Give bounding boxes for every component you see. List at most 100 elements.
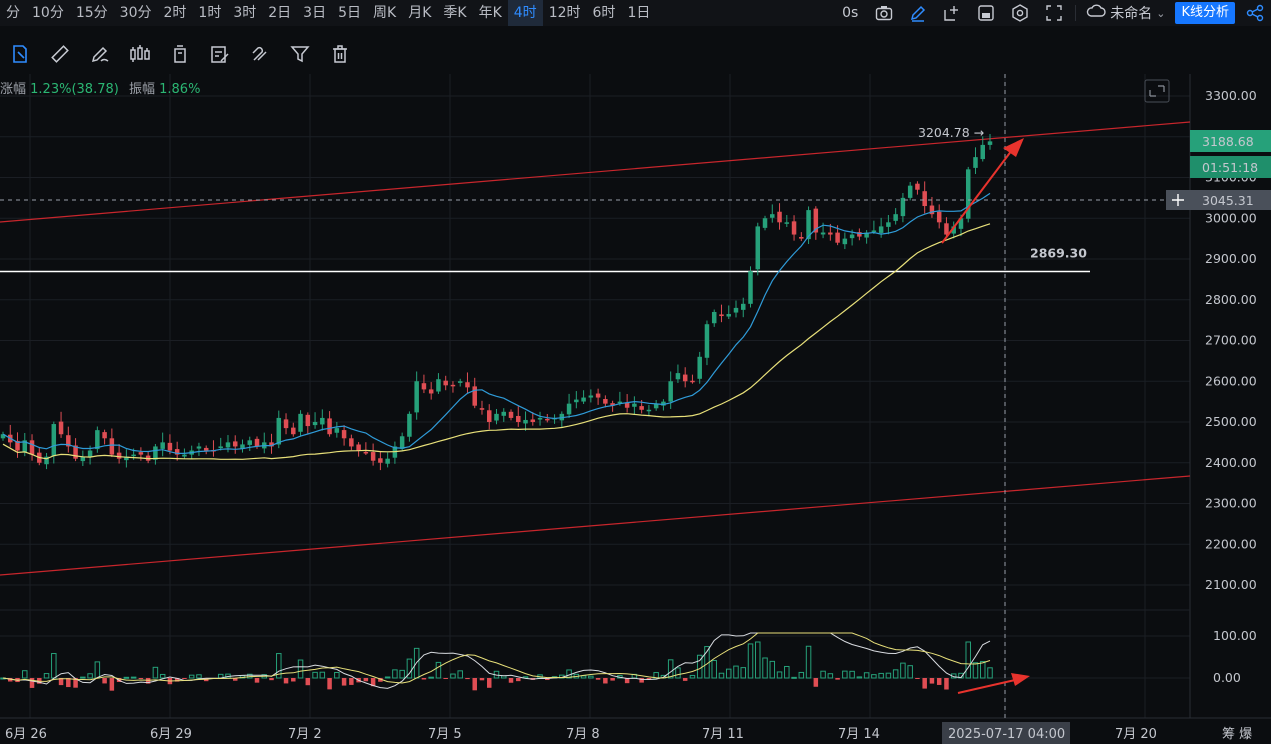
candle-body xyxy=(632,403,637,407)
fullscreen-icon[interactable] xyxy=(1037,0,1071,26)
candles-icon[interactable] xyxy=(120,34,160,74)
timeframe-item[interactable]: 15分 xyxy=(70,0,114,26)
macd-histogram-bar xyxy=(718,672,725,679)
candle-body xyxy=(276,417,282,445)
candle-body xyxy=(218,446,223,449)
candle-body xyxy=(51,424,57,457)
trash-bin-icon[interactable] xyxy=(160,34,200,74)
macd-histogram-bar xyxy=(508,678,514,683)
candle-body xyxy=(247,440,252,445)
macd-histogram-bar xyxy=(784,665,790,679)
timeframe-item[interactable]: 6时 xyxy=(587,0,622,26)
timeframe-item[interactable]: 周K xyxy=(367,0,402,26)
time-tick-label: 7月 20 xyxy=(1115,727,1157,742)
candle-body xyxy=(428,389,434,394)
candle-body xyxy=(327,418,332,435)
macd-histogram-bar xyxy=(486,678,492,688)
macd-histogram-bar xyxy=(805,645,812,679)
macd-histogram-bar xyxy=(130,676,137,679)
candle-body xyxy=(566,403,572,415)
candle-body xyxy=(291,427,296,435)
pen-icon[interactable] xyxy=(80,34,120,74)
candle-body xyxy=(646,409,652,412)
delete-icon[interactable] xyxy=(320,34,360,74)
candle-body xyxy=(755,226,761,270)
price-tick-label: 3300.00 xyxy=(1205,88,1257,103)
macd-histogram-bar xyxy=(915,678,920,679)
macd-histogram-bar xyxy=(929,678,935,684)
candle-body xyxy=(131,454,136,457)
macd-histogram-bar xyxy=(798,671,805,679)
macd-histogram-bar xyxy=(922,678,927,689)
candle-body xyxy=(508,411,514,418)
timeframe-item[interactable]: 30分 xyxy=(114,0,158,26)
macd-histogram-bar xyxy=(863,672,870,679)
timeframe-item[interactable]: 12时 xyxy=(543,0,587,26)
macd-histogram-bar xyxy=(849,670,855,679)
candle-body xyxy=(443,380,448,386)
ruler-icon[interactable] xyxy=(40,34,80,74)
candle-body xyxy=(385,458,390,464)
candle-body xyxy=(225,442,231,448)
time-tick-label: 7月 5 xyxy=(428,727,462,742)
timeframe-item[interactable]: 分 xyxy=(0,0,26,26)
timeframe-item[interactable]: 3时 xyxy=(227,0,262,26)
macd-histogram-bar xyxy=(944,678,949,690)
filter-icon[interactable] xyxy=(280,34,320,74)
countdown-toggle[interactable]: 0s xyxy=(833,0,867,26)
candle-body xyxy=(349,438,354,447)
macd-histogram-bar xyxy=(603,678,608,684)
add-indicator-icon[interactable] xyxy=(935,0,969,26)
support-price-label: 2869.30 xyxy=(1030,246,1087,261)
macd-histogram-bar xyxy=(842,670,848,679)
candle-body xyxy=(305,414,311,427)
candle-body xyxy=(465,382,470,388)
cursor-icon[interactable] xyxy=(0,34,40,74)
camera-icon[interactable] xyxy=(867,0,901,26)
candle-body xyxy=(494,413,499,421)
settings-gear-icon[interactable] xyxy=(1003,0,1037,26)
timeframe-item[interactable]: 2日 xyxy=(262,0,297,26)
candle-body xyxy=(203,447,209,451)
timeframe-bar: 分 10分 15分 30分 2时 1时 3时 2日 3日 5日 周K 月K 季K 年K 4时 12时 6时 1日 … xyxy=(0,0,1271,26)
macd-histogram-bar xyxy=(297,659,304,679)
kline-analysis-button[interactable]: K线分析 xyxy=(1171,0,1239,26)
template-icon[interactable] xyxy=(969,0,1003,26)
time-axis-corner-text: 筹 爆 xyxy=(1222,726,1252,742)
candle-body xyxy=(595,393,601,398)
indicator-tick-label: 0.00 xyxy=(1213,670,1241,685)
macd-histogram-bar xyxy=(384,676,391,679)
layout-name-dropdown[interactable]: 未命名 ⌄ xyxy=(1080,0,1171,26)
candle-body xyxy=(835,232,840,243)
macd-histogram-bar xyxy=(885,672,892,679)
edit-note-icon[interactable] xyxy=(200,34,240,74)
indicator-tick-label: 100.00 xyxy=(1213,628,1257,643)
timeframe-item[interactable]: 1时 xyxy=(192,0,227,26)
draw-pen-icon[interactable] xyxy=(901,0,935,26)
timeframe-item[interactable]: 1日 xyxy=(621,0,656,26)
macd-histogram-bar xyxy=(791,676,797,679)
timeframe-item[interactable]: 2时 xyxy=(157,0,192,26)
indicator-arrow-head xyxy=(1011,673,1030,686)
kline-analysis-label: K线分析 xyxy=(1175,2,1235,24)
timeframe-item[interactable]: 3日 xyxy=(297,0,332,26)
macd-histogram-bar xyxy=(80,676,86,679)
magnet-icon[interactable] xyxy=(240,34,280,74)
timeframe-item[interactable]: 10分 xyxy=(26,0,70,26)
macd-histogram-bar xyxy=(421,678,427,680)
timeframe-item[interactable]: 季K xyxy=(437,0,472,26)
expand-chart-icon[interactable] xyxy=(1144,79,1170,103)
timeframe-item[interactable]: 月K xyxy=(402,0,437,26)
candle-body xyxy=(545,418,550,421)
timeframe-item[interactable]: 4时 xyxy=(507,0,543,26)
timeframe-item[interactable]: 年K xyxy=(473,0,508,26)
candle-body xyxy=(741,303,746,310)
candle-body xyxy=(341,430,347,439)
macd-histogram-bar xyxy=(972,662,979,679)
timeframe-item[interactable]: 5日 xyxy=(332,0,367,26)
macd-histogram-bar xyxy=(516,678,521,682)
candle-body xyxy=(421,383,427,390)
candle-body xyxy=(356,444,361,451)
kline-chart[interactable]: 3300.003200.003100.003000.002900.002800.… xyxy=(0,74,1271,744)
share-icon[interactable] xyxy=(1239,0,1271,26)
